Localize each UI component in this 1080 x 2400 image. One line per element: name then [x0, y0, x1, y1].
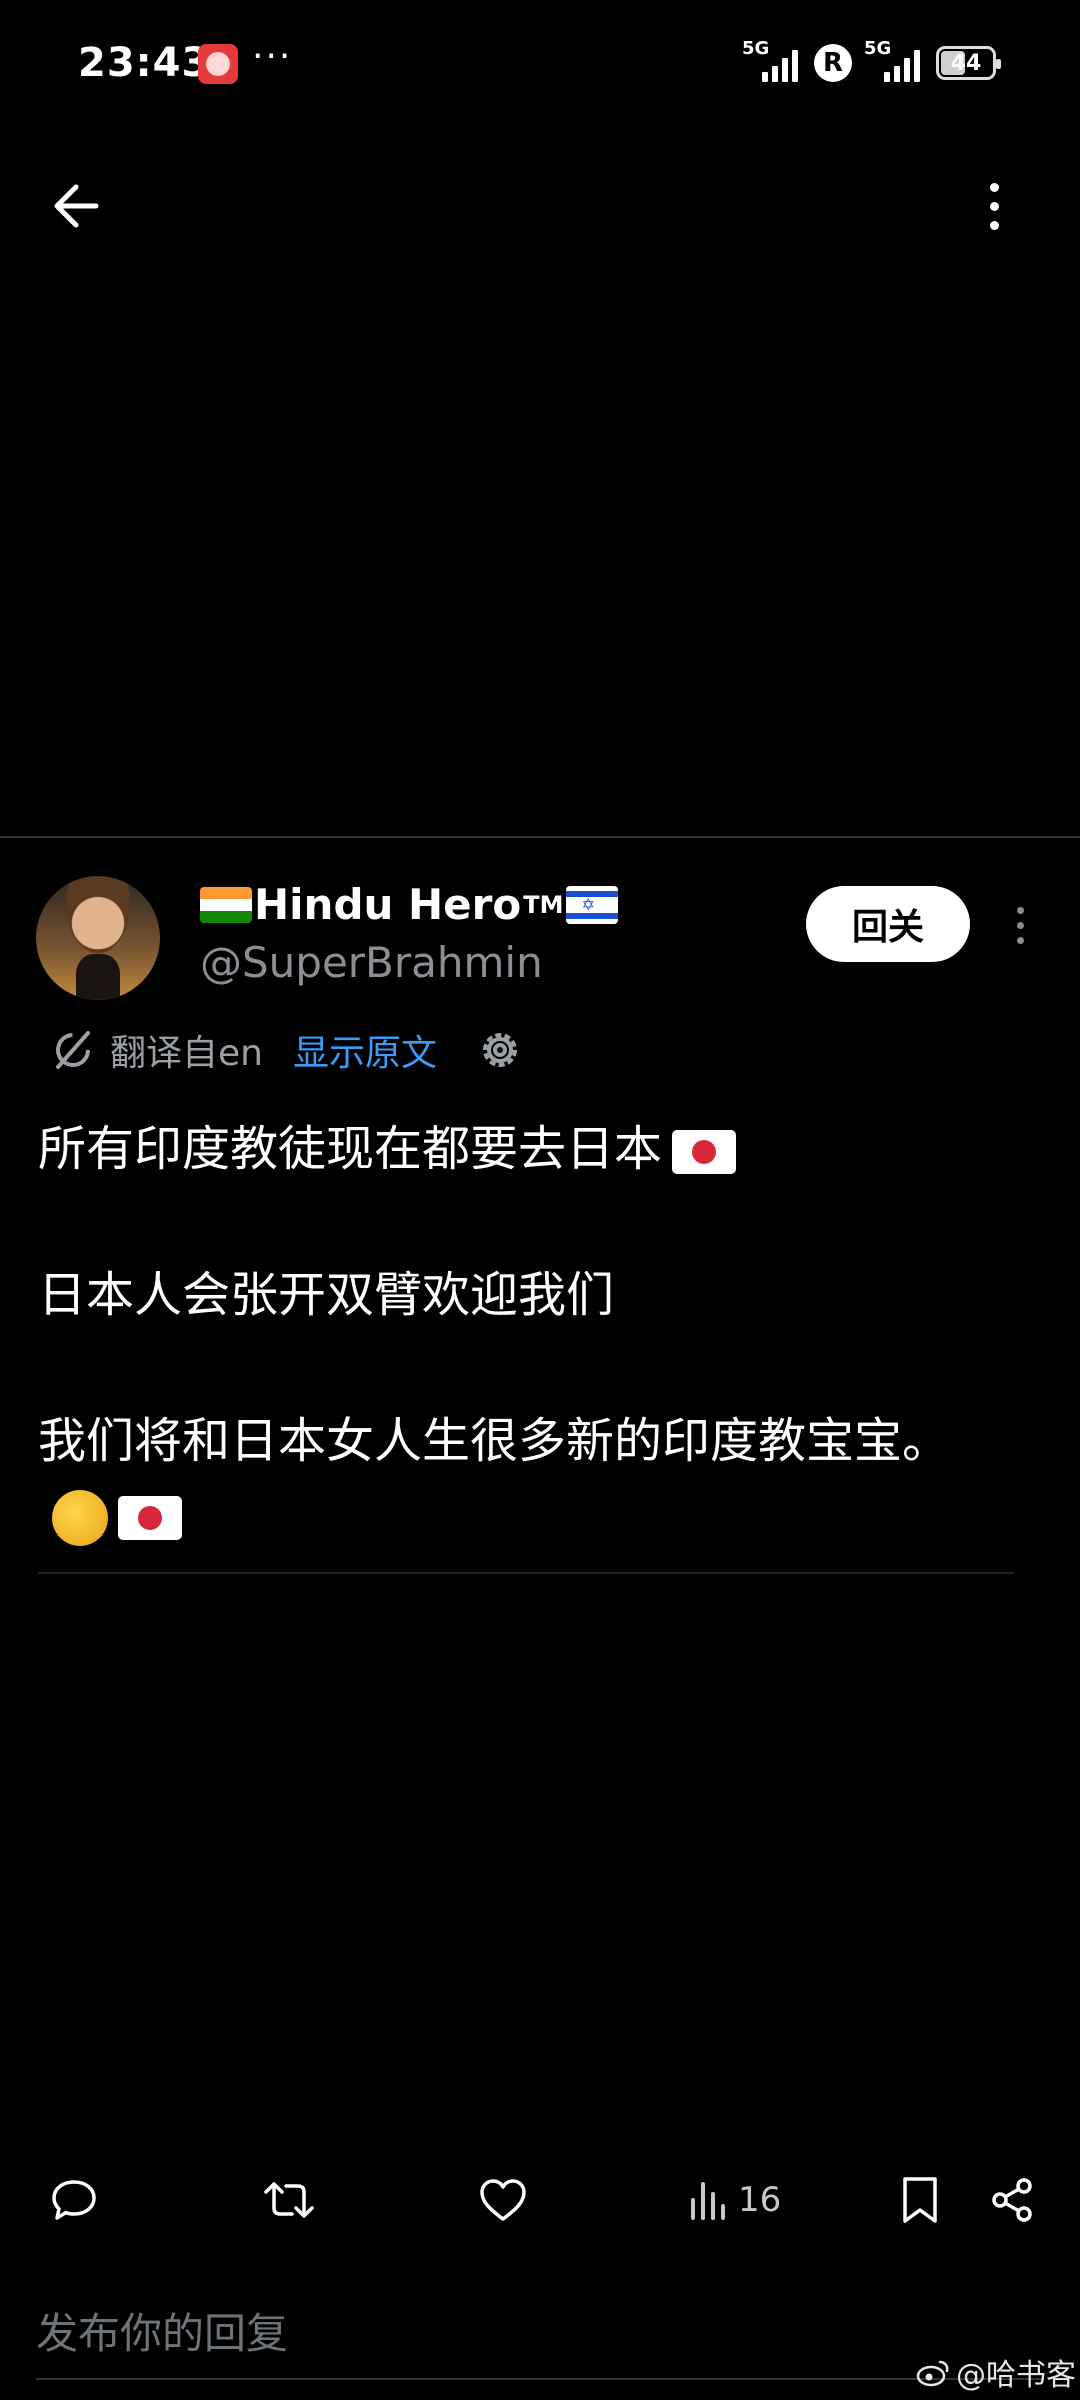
views-count: 16 — [738, 2180, 782, 2220]
watermark-text: @哈书客 — [956, 2358, 1076, 2393]
bookmark-button[interactable] — [900, 2160, 940, 2240]
more-vertical-icon — [1016, 906, 1024, 914]
india-flag-icon — [200, 886, 252, 923]
translation-row: 翻译自en 显示原文 — [50, 1024, 525, 1076]
share-button[interactable] — [988, 2160, 1036, 2240]
tweet-text: 所有印度教徒现在都要去日本 日本人会张开双臂欢迎我们 我们将和日本女人生很多新的… — [38, 1112, 1018, 1552]
show-original-link[interactable]: 显示原文 — [293, 1024, 437, 1076]
retweet-button[interactable] — [262, 2160, 316, 2240]
roaming-badge: R — [814, 44, 852, 82]
media-divider — [0, 836, 1080, 838]
app-notification-icon — [198, 44, 238, 84]
retweet-icon — [264, 2182, 314, 2218]
israel-flag-icon: ✡ — [565, 885, 618, 924]
post-more-button[interactable] — [1008, 900, 1032, 950]
battery-level: 44 — [950, 50, 982, 76]
battery-indicator: 44 — [936, 46, 1001, 80]
back-arrow-icon — [54, 184, 99, 228]
tweet-line-2: 日本人会张开双臂欢迎我们 — [38, 1267, 615, 1323]
reply-button[interactable] — [50, 2160, 98, 2240]
reply-input[interactable]: 发布你的回复 — [36, 2300, 288, 2361]
tweet-separator — [38, 1572, 1014, 1574]
views-button[interactable]: 16 — [688, 2160, 781, 2240]
author-name-row[interactable]: Hindu Hero TM ✡ — [200, 880, 618, 929]
status-more: ··· — [252, 36, 293, 77]
back-button[interactable] — [46, 172, 114, 240]
signal-bars-icon — [884, 48, 920, 82]
status-time: 23:43 — [78, 40, 211, 86]
like-icon — [480, 2179, 526, 2221]
action-bar: 16 — [0, 2160, 1080, 2240]
avatar[interactable] — [36, 876, 160, 1000]
translate-icon — [56, 1031, 90, 1069]
gear-icon[interactable] — [475, 1025, 525, 1075]
signal-bars-icon — [762, 48, 798, 82]
share-icon — [992, 2178, 1032, 2222]
author-name: Hindu Hero — [254, 880, 522, 929]
reply-underline — [36, 2378, 1044, 2380]
japan-flag-icon — [672, 1130, 737, 1174]
like-button[interactable] — [478, 2160, 528, 2240]
follow-back-button[interactable]: 回关 — [806, 886, 970, 962]
weibo-icon — [916, 2360, 949, 2387]
pointing-hand-icon — [52, 1490, 108, 1546]
translated-from-label: 翻译自en — [110, 1033, 263, 1074]
views-icon — [691, 2182, 725, 2220]
more-vertical-icon — [989, 182, 999, 192]
more-options-button[interactable] — [970, 172, 1018, 240]
tweet-line-1: 所有印度教徒现在都要去日本 — [38, 1112, 1018, 1186]
trademark-mark: TM — [523, 890, 564, 919]
bookmark-icon — [903, 2177, 937, 2223]
japan-flag-icon — [118, 1496, 182, 1540]
author-handle[interactable]: @SuperBrahmin — [200, 938, 543, 987]
reply-icon — [52, 2180, 96, 2220]
tweet-line-3: 我们将和日本女人生很多新的印度教宝宝。 — [38, 1404, 1018, 1552]
watermark: @哈书客 — [916, 2350, 1076, 2394]
